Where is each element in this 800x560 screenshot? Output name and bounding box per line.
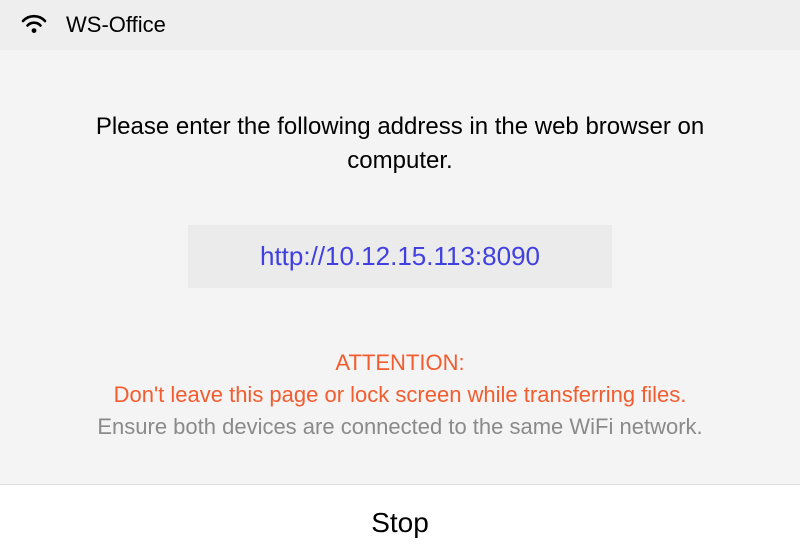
status-bar: WS-Office xyxy=(0,0,800,50)
main-content: Please enter the following address in th… xyxy=(0,50,800,484)
info-text: Ensure both devices are connected to the… xyxy=(40,414,760,440)
attention-label: ATTENTION: xyxy=(40,350,760,376)
wifi-icon xyxy=(20,14,48,36)
url-box: http://10.12.15.113:8090 xyxy=(188,225,612,288)
warning-text: Don't leave this page or lock screen whi… xyxy=(40,382,760,408)
instruction-text: Please enter the following address in th… xyxy=(40,110,760,177)
stop-button[interactable]: Stop xyxy=(371,507,429,539)
url-text: http://10.12.15.113:8090 xyxy=(260,241,540,271)
bottom-bar: Stop xyxy=(0,484,800,560)
network-name: WS-Office xyxy=(66,12,166,38)
